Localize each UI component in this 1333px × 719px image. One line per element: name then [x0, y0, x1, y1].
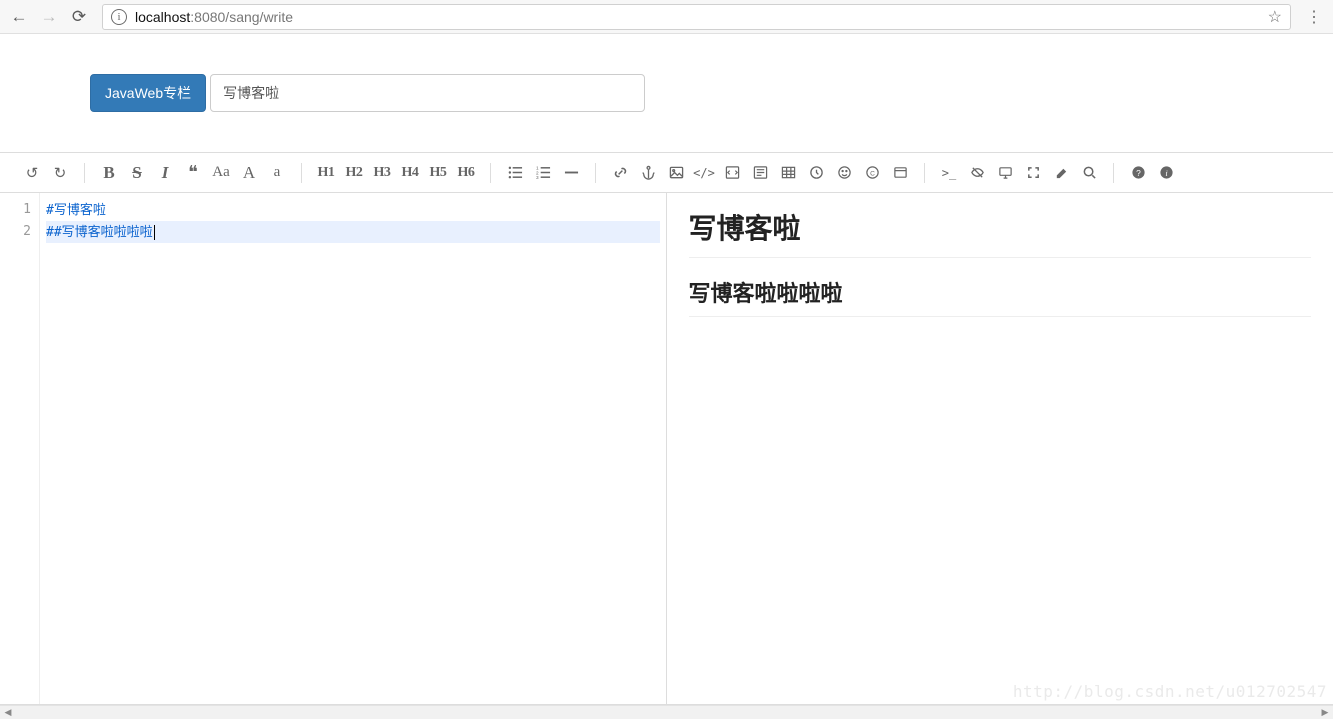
- ordered-list-button[interactable]: 123: [529, 159, 557, 187]
- h6-button[interactable]: H6: [452, 159, 480, 187]
- browser-toolbar: ← → ⟳ i localhost:8080/sang/write ☆ ⋮: [0, 0, 1333, 34]
- fullscreen-button[interactable]: [1019, 159, 1047, 187]
- unordered-list-button[interactable]: [501, 159, 529, 187]
- code-button[interactable]: </>: [690, 159, 718, 187]
- svg-text:?: ?: [1136, 168, 1141, 178]
- h3-button[interactable]: H3: [368, 159, 396, 187]
- bookmark-star-icon[interactable]: ☆: [1268, 7, 1282, 27]
- preview-pane: 写博客啦 写博客啦啦啦啦: [667, 193, 1333, 704]
- emoji-button[interactable]: [830, 159, 858, 187]
- italic-button[interactable]: I: [151, 159, 179, 187]
- image-button[interactable]: [662, 159, 690, 187]
- clear-button[interactable]: [1047, 159, 1075, 187]
- address-bar[interactable]: i localhost:8080/sang/write ☆: [102, 4, 1291, 30]
- search-button[interactable]: [1075, 159, 1103, 187]
- datetime-button[interactable]: [802, 159, 830, 187]
- bold-button[interactable]: B: [95, 159, 123, 187]
- strikethrough-button[interactable]: S: [123, 159, 151, 187]
- back-button[interactable]: ←: [6, 4, 32, 30]
- markdown-editor: ↺ ↻ B S I ❝ Aa A a H1 H2 H3 H4 H5 H6 123: [0, 152, 1333, 705]
- horizontal-scrollbar[interactable]: ◀ ▶: [0, 705, 1333, 719]
- title-input[interactable]: [210, 74, 645, 112]
- pagebreak-button[interactable]: [886, 159, 914, 187]
- case-mixed-button[interactable]: Aa: [207, 159, 235, 187]
- svg-text:3: 3: [536, 175, 539, 180]
- line-gutter: 1 2: [0, 193, 40, 704]
- html-entities-button[interactable]: C: [858, 159, 886, 187]
- editor-toolbar: ↺ ↻ B S I ❝ Aa A a H1 H2 H3 H4 H5 H6 123: [0, 153, 1333, 193]
- quote-button[interactable]: ❝: [179, 159, 207, 187]
- watch-button[interactable]: [963, 159, 991, 187]
- forward-button[interactable]: →: [36, 4, 62, 30]
- link-button[interactable]: [606, 159, 634, 187]
- code-line[interactable]: ##写博客啦啦啦啦: [46, 221, 660, 243]
- lowercase-button[interactable]: a: [263, 159, 291, 187]
- post-header-row: JavaWeb专栏: [0, 34, 1333, 152]
- info-button[interactable]: i: [1152, 159, 1180, 187]
- undo-button[interactable]: ↺: [18, 159, 46, 187]
- editor-panes: 1 2 #写博客啦 ##写博客啦啦啦啦 写博客啦 写博客啦啦啦啦: [0, 193, 1333, 704]
- line-number: 1: [0, 199, 31, 221]
- site-info-icon[interactable]: i: [111, 9, 127, 25]
- url-text: localhost:8080/sang/write: [135, 9, 293, 25]
- category-button[interactable]: JavaWeb专栏: [90, 74, 206, 112]
- h2-button[interactable]: H2: [340, 159, 368, 187]
- table-button[interactable]: [774, 159, 802, 187]
- uppercase-button[interactable]: A: [235, 159, 263, 187]
- scroll-left-arrow[interactable]: ◀: [2, 707, 14, 718]
- browser-menu-icon[interactable]: ⋮: [1301, 7, 1327, 27]
- hr-button[interactable]: [557, 159, 585, 187]
- scroll-track[interactable]: [14, 708, 1319, 718]
- code-block-button[interactable]: [718, 159, 746, 187]
- goto-line-button[interactable]: >_: [935, 159, 963, 187]
- redo-button[interactable]: ↻: [46, 159, 74, 187]
- preformatted-button[interactable]: [746, 159, 774, 187]
- preview-button[interactable]: [991, 159, 1019, 187]
- h4-button[interactable]: H4: [396, 159, 424, 187]
- preview-h1: 写博客啦: [689, 207, 1312, 258]
- code-pane[interactable]: 1 2 #写博客啦 ##写博客啦啦啦啦: [0, 193, 667, 704]
- code-line[interactable]: #写博客啦: [46, 199, 660, 221]
- preview-h2: 写博客啦啦啦啦: [689, 276, 1312, 317]
- scroll-right-arrow[interactable]: ▶: [1319, 707, 1331, 718]
- svg-text:C: C: [870, 170, 875, 177]
- line-number: 2: [0, 221, 31, 243]
- h1-button[interactable]: H1: [312, 159, 340, 187]
- anchor-button[interactable]: [634, 159, 662, 187]
- reload-button[interactable]: ⟳: [66, 4, 92, 30]
- h5-button[interactable]: H5: [424, 159, 452, 187]
- text-cursor: [154, 225, 155, 240]
- help-button[interactable]: ?: [1124, 159, 1152, 187]
- code-content[interactable]: #写博客啦 ##写博客啦啦啦啦: [40, 193, 666, 704]
